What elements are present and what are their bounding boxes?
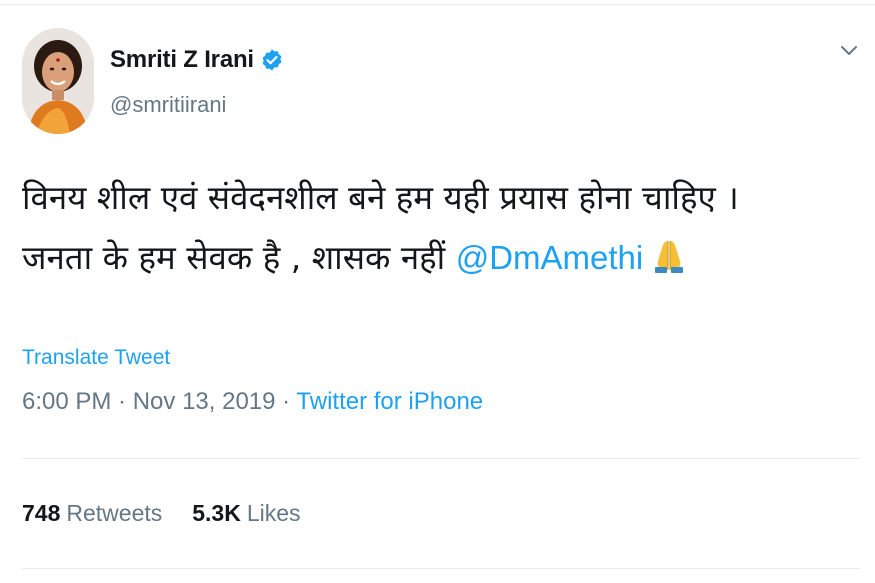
stats-top-divider: [22, 458, 860, 459]
verified-badge-icon: [260, 48, 284, 72]
likes-count: 5.3K: [192, 500, 241, 526]
author-display-name[interactable]: Smriti Z Irani: [110, 46, 254, 74]
retweets-count: 748: [22, 500, 61, 526]
tweet-text-line-2: जनता के हम सेवक है , शासक नहीं @DmAmethi: [22, 228, 842, 288]
tweet-text-line-1: विनय शील एवं संवेदनशील बने हम यही प्रयास…: [22, 178, 739, 217]
likes-stat[interactable]: 5.3K Likes: [192, 500, 300, 527]
engagement-stats: 748 Retweets 5.3K Likes: [22, 500, 331, 527]
stats-bottom-divider: [22, 568, 860, 569]
likes-label: Likes: [246, 500, 301, 526]
tweet-text-line-2-text: जनता के हम सेवक है , शासक नहीं: [22, 238, 456, 277]
translate-tweet-link[interactable]: Translate Tweet: [22, 346, 170, 370]
author-handle[interactable]: @smritiirani: [110, 92, 226, 118]
tweet-text: विनय शील एवं संवेदनशील बने हम यही प्रयास…: [22, 168, 842, 288]
top-divider: [0, 4, 875, 5]
mention-link[interactable]: @DmAmethi: [456, 239, 644, 276]
chevron-down-icon[interactable]: [838, 40, 860, 62]
author-name-row[interactable]: Smriti Z Irani: [110, 44, 284, 76]
tweet-source-link[interactable]: Twitter for iPhone: [296, 388, 483, 415]
tweet-time[interactable]: 6:00 PM: [22, 388, 111, 415]
retweets-label: Retweets: [66, 500, 163, 526]
tweet-metadata: 6:00 PM · Nov 13, 2019 · Twitter for iPh…: [22, 388, 483, 416]
meta-separator-2: ·: [275, 388, 297, 415]
folded-hands-icon: [649, 234, 689, 274]
tweet-date[interactable]: Nov 13, 2019: [133, 388, 276, 415]
avatar[interactable]: [22, 28, 94, 134]
retweets-stat[interactable]: 748 Retweets: [22, 500, 162, 527]
meta-separator: ·: [111, 388, 133, 415]
profile-photo-icon: [22, 28, 94, 134]
tweet-card: Smriti Z Irani @smritiirani विनय शील एवं…: [0, 0, 875, 583]
